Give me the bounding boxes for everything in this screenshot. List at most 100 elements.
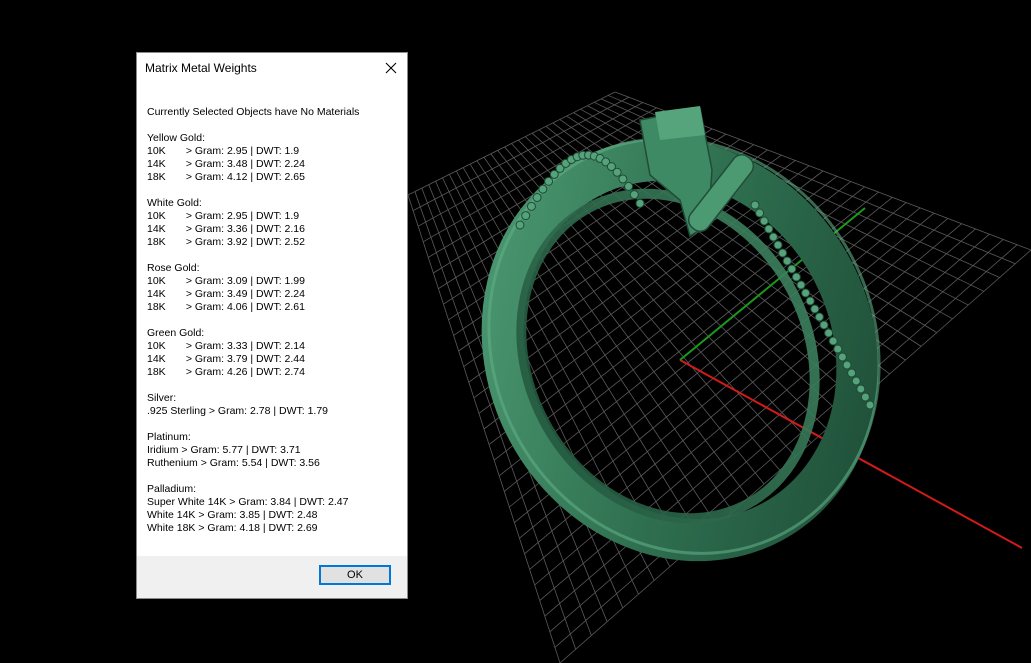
karat-grade: 10K xyxy=(147,340,166,352)
weight-row: Iridium > Gram: 5.77 | DWT: 3.71 xyxy=(147,444,399,457)
ring-bead xyxy=(865,400,875,410)
karat-grade: 14K xyxy=(147,288,166,300)
metal-weights-dialog: Matrix Metal Weights Currently Selected … xyxy=(136,52,408,599)
weight-value: > Gram: 3.36 | DWT: 2.16 xyxy=(180,223,305,235)
ring-model[interactable] xyxy=(417,70,952,623)
ring-bead xyxy=(764,224,774,234)
weight-row: 18K > Gram: 4.26 | DWT: 2.74 xyxy=(147,366,399,379)
weight-row: 10K > Gram: 2.95 | DWT: 1.9 xyxy=(147,210,399,223)
weight-row: 18K > Gram: 4.12 | DWT: 2.65 xyxy=(147,171,399,184)
ring-bead xyxy=(755,208,765,218)
metal-group-name: Yellow Gold: xyxy=(147,132,205,144)
ring-bead xyxy=(833,344,843,354)
ring-bead xyxy=(791,272,801,282)
weight-value: > Gram: 3.49 | DWT: 2.24 xyxy=(180,288,305,300)
weight-value: > Gram: 4.26 | DWT: 2.74 xyxy=(180,366,305,378)
metal-group-name: Palladium: xyxy=(147,483,197,495)
weight-row: 10K > Gram: 3.09 | DWT: 1.99 xyxy=(147,275,399,288)
ring-bead xyxy=(824,328,834,338)
close-button[interactable] xyxy=(375,53,407,83)
ring-bead xyxy=(837,352,847,362)
ring-bead xyxy=(814,312,824,322)
weight-row: 10K > Gram: 2.95 | DWT: 1.9 xyxy=(147,145,399,158)
ring-bead xyxy=(810,304,820,314)
ring-bead xyxy=(618,174,628,184)
metal-group: White Gold: 10K > Gram: 2.95 | DWT: 1.9 14… xyxy=(147,197,399,249)
ring-bead xyxy=(635,198,645,208)
ring-bead xyxy=(629,190,639,200)
ring-bead xyxy=(842,360,852,370)
ring-bead xyxy=(624,181,634,191)
metal-group-name: Platinum: xyxy=(147,431,191,443)
close-icon xyxy=(385,62,397,74)
metal-group-name: Rose Gold: xyxy=(147,262,200,274)
weight-value: Iridium > Gram: 5.77 | DWT: 3.71 xyxy=(147,444,301,456)
ring-bead xyxy=(773,240,783,250)
weight-row: 14K > Gram: 3.79 | DWT: 2.44 xyxy=(147,353,399,366)
ring-bead xyxy=(856,384,866,394)
weight-value: > Gram: 3.79 | DWT: 2.44 xyxy=(180,353,305,365)
karat-grade: 14K xyxy=(147,353,166,365)
ring-bead xyxy=(759,216,769,226)
ring-bead xyxy=(544,176,554,186)
weight-row: White 18K > Gram: 4.18 | DWT: 2.69 xyxy=(147,522,399,535)
karat-grade: 18K xyxy=(147,301,166,313)
ring-bead xyxy=(612,167,622,177)
karat-grade: 14K xyxy=(147,223,166,235)
metal-group: Silver: .925 Sterling > Gram: 2.78 | DWT:… xyxy=(147,392,399,418)
ring-bead xyxy=(828,336,838,346)
metal-group: Green Gold: 10K > Gram: 3.33 | DWT: 2.14 1… xyxy=(147,327,399,379)
weight-value: > Gram: 2.95 | DWT: 1.9 xyxy=(180,210,300,222)
metal-group-name: Green Gold: xyxy=(147,327,205,339)
dialog-title: Matrix Metal Weights xyxy=(145,61,257,75)
weight-value: > Gram: 3.92 | DWT: 2.52 xyxy=(180,236,305,248)
ring-bead xyxy=(778,248,788,258)
karat-grade: 10K xyxy=(147,145,166,157)
karat-grade: 18K xyxy=(147,366,166,378)
weight-row: 10K > Gram: 3.33 | DWT: 2.14 xyxy=(147,340,399,353)
weight-value: > Gram: 3.09 | DWT: 1.99 xyxy=(180,275,305,287)
weight-row: 14K > Gram: 3.48 | DWT: 2.24 xyxy=(147,158,399,171)
ring-bead xyxy=(532,192,542,202)
weight-row: Ruthenium > Gram: 5.54 | DWT: 3.56 xyxy=(147,457,399,470)
metal-group: Platinum: Iridium > Gram: 5.77 | DWT: 3.7… xyxy=(147,431,399,470)
weight-value: .925 Sterling > Gram: 2.78 | DWT: 1.79 xyxy=(147,405,329,417)
ring-bead xyxy=(787,264,797,274)
weight-value: Ruthenium > Gram: 5.54 | DWT: 3.56 xyxy=(147,457,320,469)
weight-row: White 14K > Gram: 3.85 | DWT: 2.48 xyxy=(147,509,399,522)
metal-groups: Yellow Gold: 10K > Gram: 2.95 | DWT: 1.9 1… xyxy=(147,132,399,535)
weight-row: .925 Sterling > Gram: 2.78 | DWT: 1.79 xyxy=(147,405,399,418)
karat-grade: 14K xyxy=(147,158,166,170)
ring-bead xyxy=(538,184,548,194)
weight-row: 14K > Gram: 3.36 | DWT: 2.16 xyxy=(147,223,399,236)
ring-bead xyxy=(796,280,806,290)
ring-bead xyxy=(782,256,792,266)
weight-row: Super White 14K > Gram: 3.84 | DWT: 2.47 xyxy=(147,496,399,509)
metal-group: Rose Gold: 10K > Gram: 3.09 | DWT: 1.99 14… xyxy=(147,262,399,314)
ring-bead xyxy=(819,320,829,330)
ring-bead xyxy=(526,201,536,211)
dialog-titlebar[interactable]: Matrix Metal Weights xyxy=(137,53,407,83)
ring-bead xyxy=(801,288,811,298)
ring-bead xyxy=(847,368,857,378)
weight-value: > Gram: 3.33 | DWT: 2.14 xyxy=(180,340,305,352)
weight-value: > Gram: 4.12 | DWT: 2.65 xyxy=(180,171,305,183)
metal-group-name: White Gold: xyxy=(147,197,202,209)
dialog-content: Currently Selected Objects have No Mater… xyxy=(147,106,399,535)
ring-bead xyxy=(768,232,778,242)
ring-bead xyxy=(860,392,870,402)
ring-bead xyxy=(851,376,861,386)
ring-bead xyxy=(515,220,525,230)
ring-bead xyxy=(750,200,760,210)
karat-grade: 10K xyxy=(147,210,166,222)
weight-value: Super White 14K > Gram: 3.84 | DWT: 2.47 xyxy=(147,496,349,508)
ok-button[interactable]: OK xyxy=(319,565,391,585)
weight-value: > Gram: 2.95 | DWT: 1.9 xyxy=(180,145,300,157)
metal-group: Palladium: Super White 14K > Gram: 3.84 |… xyxy=(147,483,399,535)
weight-row: 14K > Gram: 3.49 | DWT: 2.24 xyxy=(147,288,399,301)
metal-group: Yellow Gold: 10K > Gram: 2.95 | DWT: 1.9 1… xyxy=(147,132,399,184)
weight-value: > Gram: 4.06 | DWT: 2.61 xyxy=(180,301,305,313)
ring-bead xyxy=(521,211,531,221)
dialog-footer: OK xyxy=(137,556,407,598)
weight-value: White 14K > Gram: 3.85 | DWT: 2.48 xyxy=(147,509,318,521)
